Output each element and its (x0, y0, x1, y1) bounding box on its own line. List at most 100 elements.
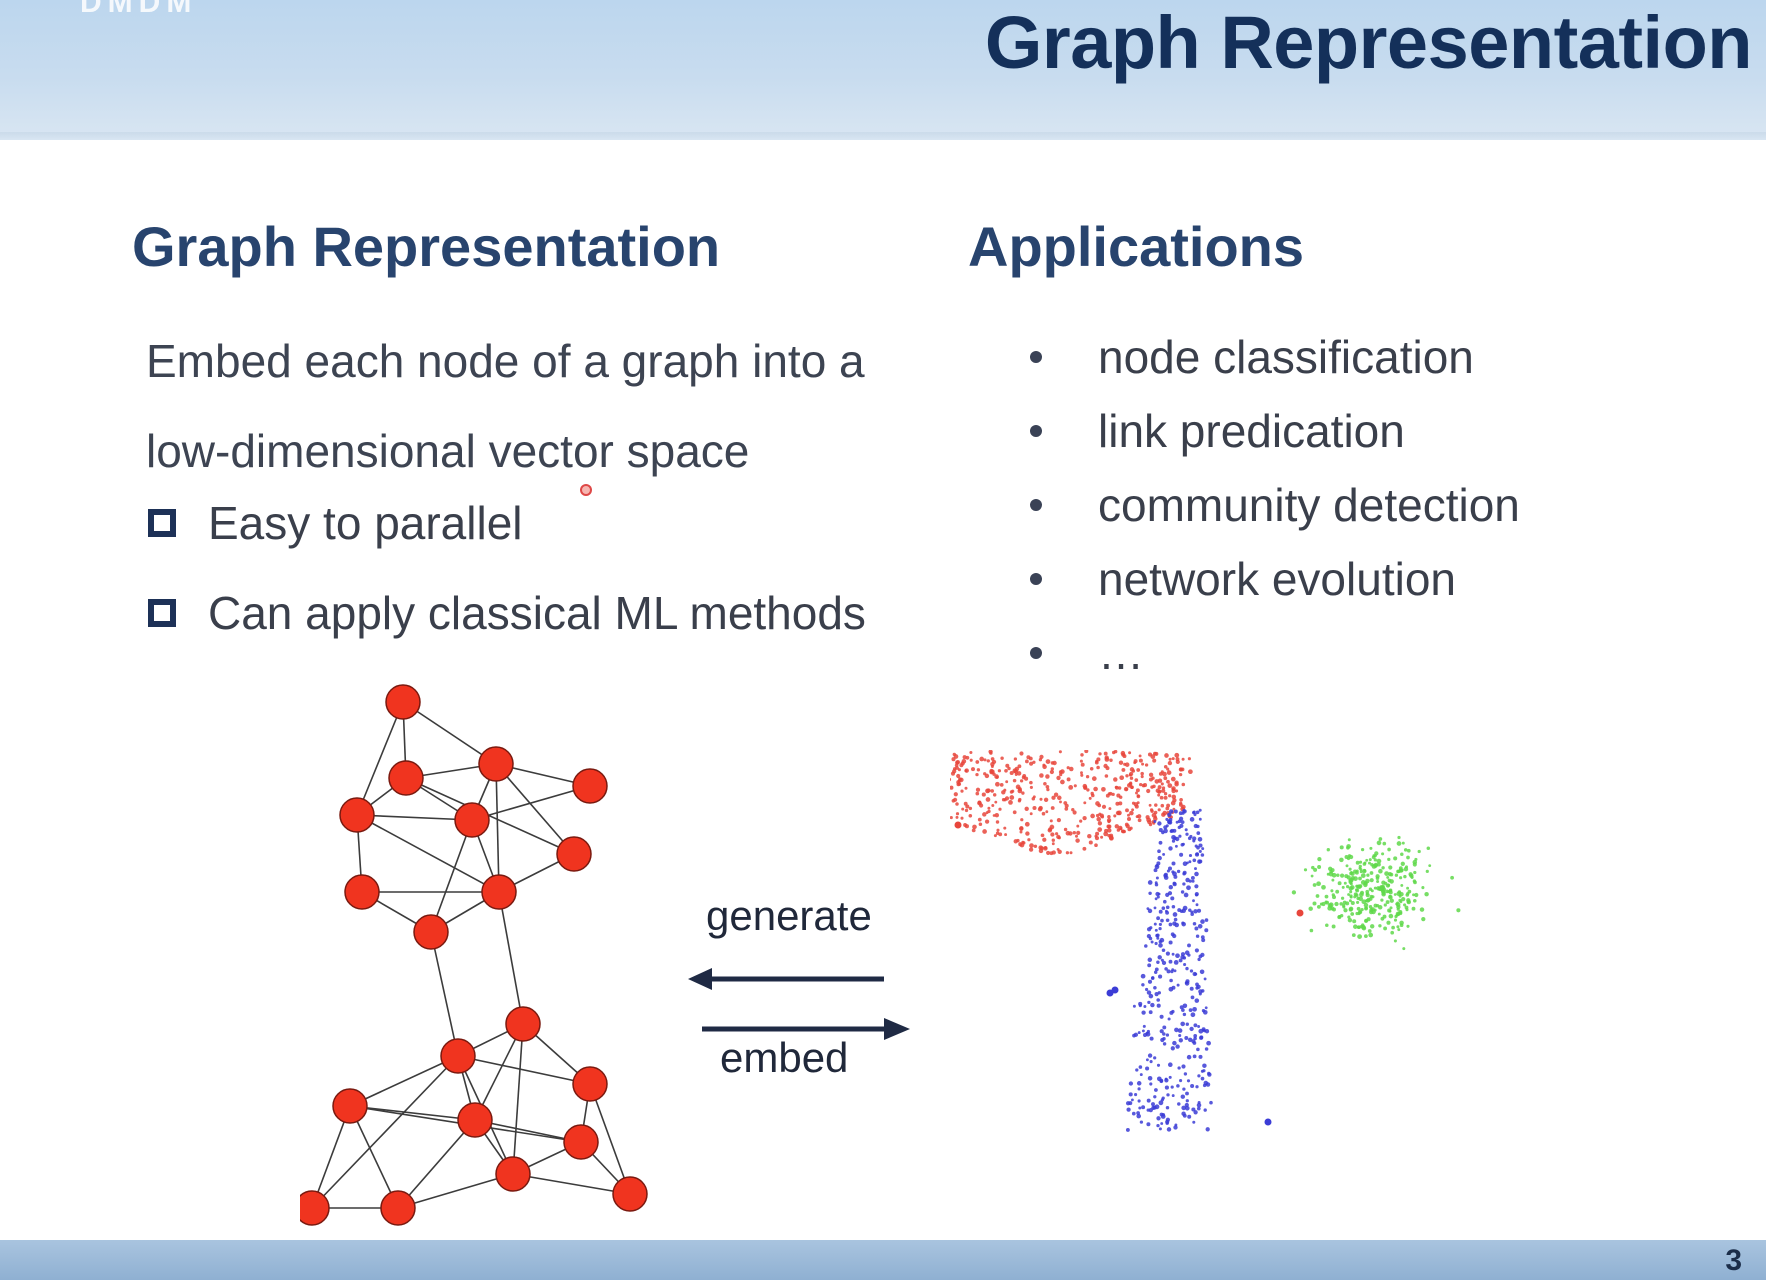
scatter-point (1156, 1063, 1161, 1067)
scatter-point (1063, 801, 1068, 805)
scatter-point (1042, 764, 1047, 770)
scatter-point (1128, 751, 1132, 755)
scatter-point (1165, 905, 1170, 910)
scatter-point (1103, 751, 1108, 756)
graph-node (440, 1038, 476, 1074)
scatter-point (1184, 950, 1190, 956)
scatter-point (1194, 884, 1199, 889)
scatter-point (1073, 784, 1077, 788)
scatter-point (1097, 827, 1103, 832)
scatter-point (1196, 845, 1200, 850)
scatter-point (1399, 923, 1404, 928)
scatter-point (1353, 895, 1357, 899)
scatter-point (1147, 1053, 1153, 1058)
scatter-point (1019, 830, 1023, 834)
scatter-point (1166, 779, 1170, 784)
scatter-point (1128, 773, 1132, 777)
scatter-point (1181, 1064, 1186, 1069)
scatter-point (1382, 841, 1387, 846)
scatter-point (1161, 830, 1165, 835)
scatter-point (1355, 860, 1360, 865)
scatter-point (1045, 810, 1049, 814)
scatter-point (1149, 1036, 1154, 1041)
graph-edge (405, 777, 575, 855)
scatter-point (1400, 883, 1404, 887)
scatter-point (1013, 757, 1018, 761)
scatter-point (1157, 808, 1161, 812)
scatter-point (1360, 847, 1365, 852)
scatter-point (1180, 890, 1185, 894)
scatter-point (1089, 767, 1094, 771)
scatter-point (977, 817, 982, 822)
scatter-point (1310, 874, 1314, 878)
scatter-point (1138, 1065, 1143, 1069)
scatter-point (1187, 1037, 1193, 1043)
scatter-point (995, 820, 1000, 824)
graph-edge (512, 1023, 524, 1175)
scatter-point (1003, 798, 1007, 802)
scatter-point (1096, 816, 1101, 822)
scatter-point (1154, 815, 1157, 819)
scatter-point (1194, 972, 1198, 976)
scatter-point (1024, 821, 1030, 827)
scatter-point (1004, 768, 1008, 773)
scatter-point (1148, 891, 1152, 896)
scatter-point (1182, 905, 1188, 911)
graph-node (332, 1088, 368, 1124)
scatter-point (1331, 878, 1335, 882)
scatter-point (1204, 928, 1209, 933)
scatter-point (1088, 840, 1093, 845)
scatter-point (1056, 775, 1061, 781)
scatter-point (1196, 1102, 1202, 1108)
scatter-point (1137, 818, 1142, 823)
scatter-point (968, 806, 973, 811)
scatter-point (1376, 880, 1380, 883)
scatter-point (1166, 803, 1171, 808)
scatter-point (1060, 779, 1065, 785)
list-item: node classification (1030, 320, 1520, 394)
scatter-point (1142, 1032, 1148, 1038)
scatter-point (1386, 875, 1390, 879)
scatter-point (1181, 921, 1185, 925)
scatter-point (1157, 790, 1161, 794)
scatter-point (1364, 899, 1368, 903)
scatter-point (1018, 797, 1022, 802)
scatter-point (1195, 893, 1198, 897)
scatter-point (1414, 857, 1418, 861)
scatter-point (999, 783, 1004, 787)
scatter-point (960, 816, 964, 820)
scatter-point (1400, 868, 1404, 872)
scatter-point (1198, 849, 1202, 853)
scatter-point (1154, 882, 1159, 887)
scatter-point (1315, 894, 1320, 898)
scatter-point (1144, 944, 1148, 948)
scatter-point (1029, 843, 1034, 848)
graph-node (413, 914, 449, 950)
scatter-point (1194, 867, 1197, 871)
scatter-point (1309, 928, 1314, 933)
scatter-point (1202, 1083, 1207, 1088)
scatter-point (1167, 783, 1173, 788)
scatter-point (1125, 1101, 1131, 1106)
scatter-point (1349, 894, 1353, 898)
scatter-point (1130, 1098, 1134, 1102)
scatter-point (1406, 848, 1411, 853)
scatter-point (964, 786, 968, 790)
scatter-point (1176, 1084, 1180, 1088)
graph-edge (471, 785, 591, 821)
scatter-point (1339, 857, 1344, 863)
scatter-point (1363, 882, 1368, 888)
scatter-point (1165, 892, 1170, 897)
scatter-point (1166, 1093, 1170, 1097)
graph-node (344, 874, 380, 910)
scatter-point (1409, 873, 1414, 878)
scatter-point (1163, 795, 1168, 800)
scatter-point (1196, 1047, 1200, 1052)
scatter-point (1389, 879, 1394, 884)
applications-list: node classification link predication com… (1030, 320, 1520, 690)
scatter-point (1080, 762, 1085, 767)
list-item-label: … (1098, 627, 1144, 679)
scatter-point (1147, 957, 1153, 963)
scatter-point (1155, 876, 1159, 880)
header-shadow (0, 132, 1766, 140)
